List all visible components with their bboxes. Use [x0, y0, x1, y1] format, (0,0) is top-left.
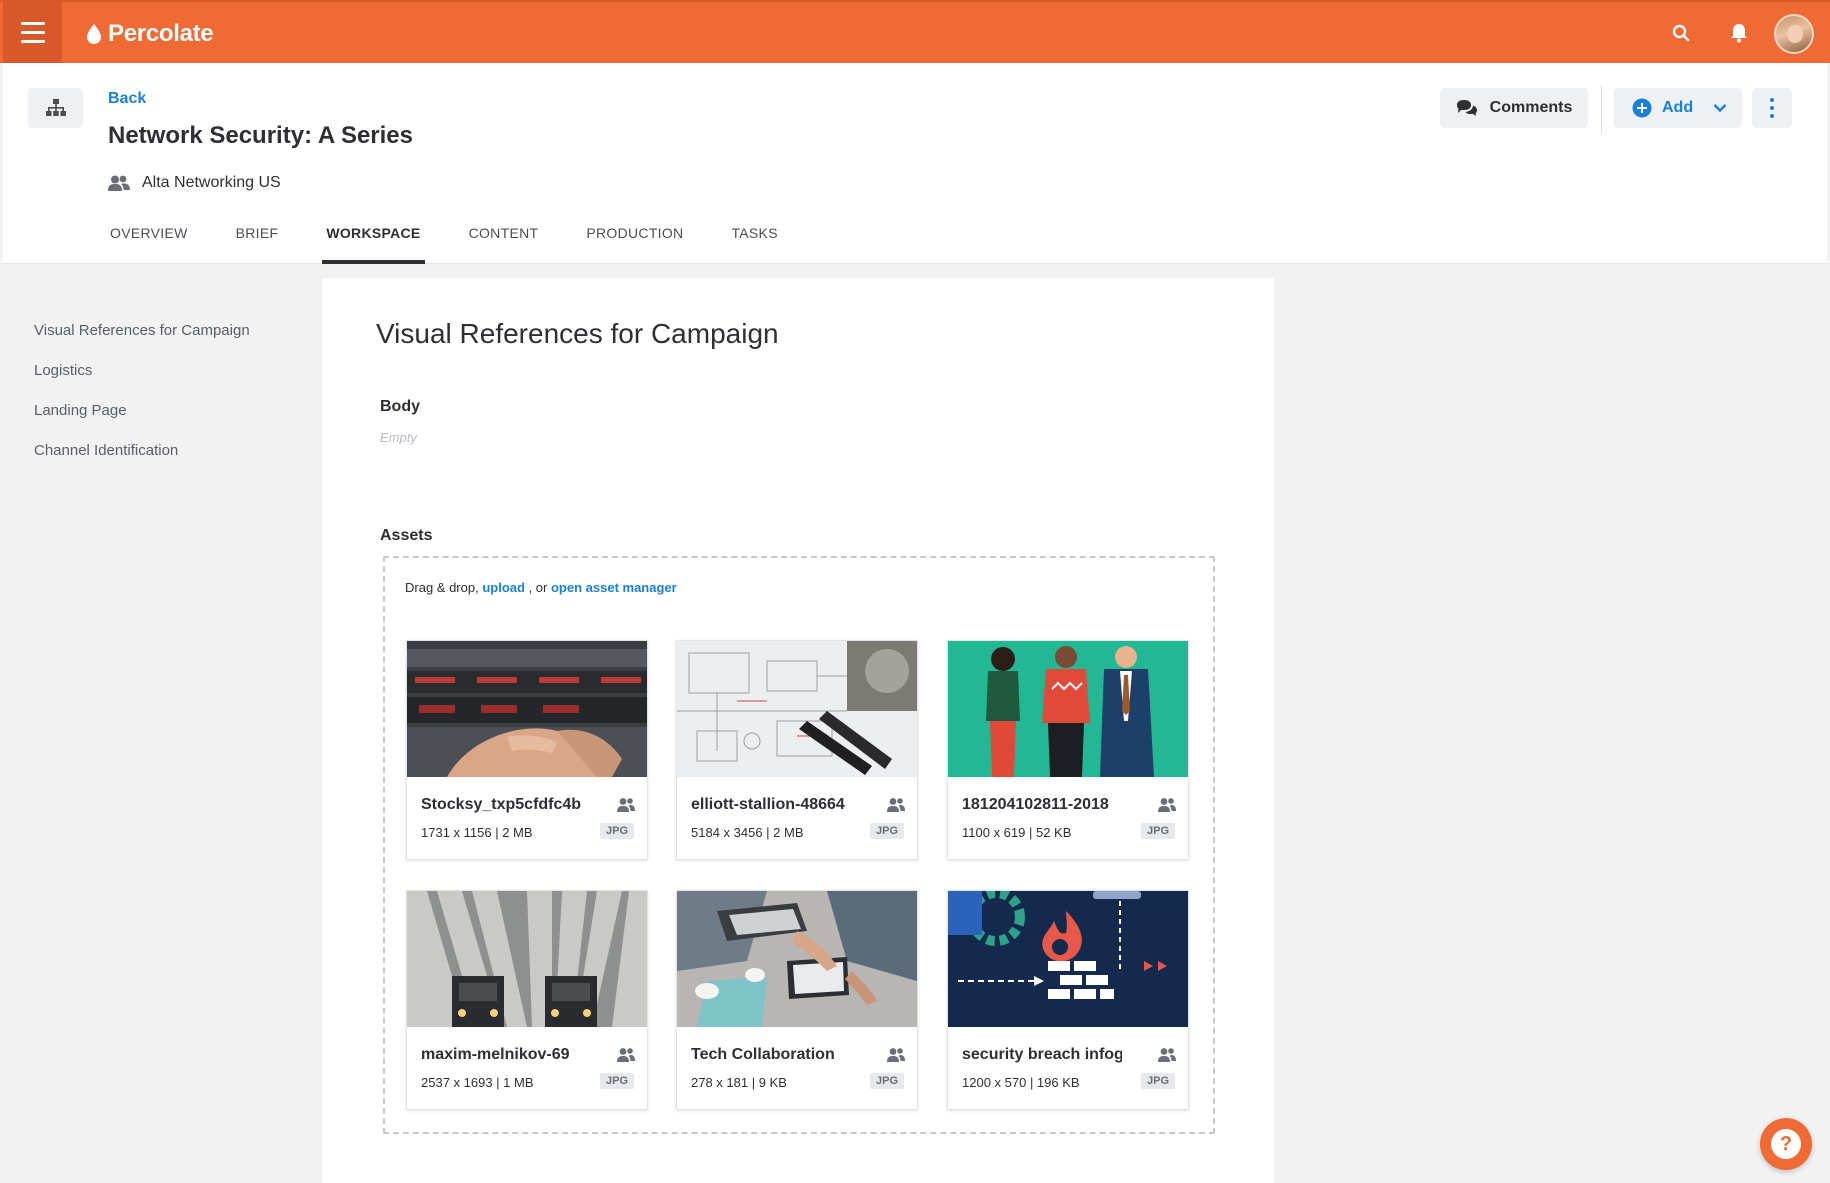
asset-card[interactable]: 181204102811-2018 1100 x 619 | 52 KB JPG: [947, 640, 1189, 860]
hierarchy-icon: [45, 99, 66, 116]
bell-icon[interactable]: [1726, 20, 1752, 46]
add-label: Add: [1662, 99, 1694, 116]
asset-name: 181204102811-2018: [962, 796, 1109, 813]
asset-meta: 278 x 181 | 9 KB: [691, 1075, 787, 1090]
question-icon: ?: [1771, 1129, 1801, 1159]
menu-icon[interactable]: [3, 2, 62, 63]
users-icon: [108, 175, 130, 191]
asset-card[interactable]: Stocksy_txp5cfdfc4b 1731 x 1156 | 2 MB J…: [406, 640, 648, 860]
back-link[interactable]: Back: [108, 90, 146, 108]
asset-name: Tech Collaboration: [691, 1046, 835, 1063]
drop-logo-icon: [87, 24, 101, 44]
asset-card[interactable]: maxim-melnikov-69 2537 x 1693 | 1 MB JPG: [406, 890, 648, 1110]
team-label: Alta Networking US: [108, 174, 281, 192]
shared-users-icon: [887, 1048, 905, 1062]
asset-card[interactable]: Tech Collaboration 278 x 181 | 9 KB JPG: [676, 890, 918, 1110]
asset-thumbnail: [407, 891, 647, 1027]
shared-users-icon: [1158, 798, 1176, 812]
toolbar-divider: [1601, 86, 1602, 132]
upload-link[interactable]: upload: [482, 580, 525, 595]
asset-name: elliott-stallion-48664: [691, 796, 845, 813]
plus-circle-icon: [1632, 98, 1652, 118]
asset-name: security breach infog: [962, 1046, 1122, 1063]
asset-meta: 1200 x 570 | 196 KB: [962, 1075, 1080, 1090]
nav-item-logistics[interactable]: Logistics: [34, 362, 250, 402]
asset-meta: 2537 x 1693 | 1 MB: [421, 1075, 534, 1090]
nav-item-landing-page[interactable]: Landing Page: [34, 402, 250, 442]
avatar[interactable]: [1774, 14, 1814, 54]
asset-thumbnail: [948, 641, 1188, 777]
file-type-badge: JPG: [869, 823, 904, 839]
asset-meta: 1100 x 619 | 52 KB: [962, 825, 1072, 840]
asset-card[interactable]: elliott-stallion-48664 5184 x 3456 | 2 M…: [676, 640, 918, 860]
help-button[interactable]: ?: [1760, 1118, 1812, 1170]
shared-users-icon: [617, 798, 635, 812]
page-header: Back Network Security: A Series Alta Net…: [3, 63, 1827, 264]
file-type-badge: JPG: [1140, 823, 1175, 839]
team-name: Alta Networking US: [142, 174, 281, 191]
asset-thumbnail: [948, 891, 1188, 1027]
section-nav: Visual References for Campaign Logistics…: [34, 322, 250, 482]
tab-overview[interactable]: OVERVIEW: [106, 217, 192, 264]
tab-workspace[interactable]: WORKSPACE: [322, 217, 425, 264]
comments-icon: [1456, 100, 1477, 116]
asset-name: Stocksy_txp5cfdfc4b: [421, 796, 581, 813]
search-icon[interactable]: [1668, 20, 1694, 46]
body-label: Body: [380, 398, 420, 415]
asset-thumbnail: [407, 641, 647, 777]
section-title: Visual References for Campaign: [376, 318, 779, 349]
open-asset-manager-link[interactable]: open asset manager: [551, 580, 677, 595]
tab-bar: OVERVIEW BRIEF WORKSPACE CONTENT PRODUCT…: [106, 217, 822, 264]
file-type-badge: JPG: [599, 823, 634, 839]
tab-tasks[interactable]: TASKS: [727, 217, 781, 264]
more-options-icon[interactable]: [1752, 88, 1792, 128]
asset-thumbnail: [677, 891, 917, 1027]
body-field[interactable]: Empty: [380, 430, 417, 445]
comments-label: Comments: [1489, 99, 1573, 116]
dropzone-middle: , or: [528, 580, 548, 595]
nav-item-channel-identification[interactable]: Channel Identification: [34, 442, 250, 482]
tab-content[interactable]: CONTENT: [465, 217, 543, 264]
shared-users-icon: [617, 1048, 635, 1062]
file-type-badge: JPG: [1140, 1073, 1175, 1089]
chevron-down-icon: [1713, 104, 1727, 113]
top-bar: Percolate: [0, 0, 1830, 63]
tab-production[interactable]: PRODUCTION: [582, 217, 687, 264]
asset-dropzone[interactable]: Drag & drop, upload , or open asset mana…: [383, 556, 1215, 1134]
asset-thumbnail: [677, 641, 917, 777]
asset-name: maxim-melnikov-69: [421, 1046, 570, 1063]
add-button[interactable]: Add: [1614, 88, 1742, 128]
comments-button[interactable]: Comments: [1440, 88, 1588, 128]
app-name: Percolate: [108, 20, 214, 47]
shared-users-icon: [1158, 1048, 1176, 1062]
asset-card[interactable]: security breach infog 1200 x 570 | 196 K…: [947, 890, 1189, 1110]
assets-label: Assets: [380, 527, 433, 544]
asset-meta: 1731 x 1156 | 2 MB: [421, 825, 533, 840]
app-logo[interactable]: Percolate: [86, 20, 214, 48]
asset-meta: 5184 x 3456 | 2 MB: [691, 825, 804, 840]
dropzone-instructions: Drag & drop, upload , or open asset mana…: [405, 580, 677, 595]
file-type-badge: JPG: [599, 1073, 634, 1089]
page-title: Network Security: A Series: [108, 122, 414, 149]
file-type-badge: JPG: [869, 1073, 904, 1089]
workspace-panel: Visual References for Campaign Body Empt…: [322, 278, 1274, 1183]
hierarchy-button[interactable]: [28, 88, 83, 128]
tab-brief[interactable]: BRIEF: [232, 217, 283, 264]
shared-users-icon: [887, 798, 905, 812]
nav-item-visual-references[interactable]: Visual References for Campaign: [34, 322, 250, 362]
dropzone-prefix: Drag & drop,: [405, 580, 479, 595]
